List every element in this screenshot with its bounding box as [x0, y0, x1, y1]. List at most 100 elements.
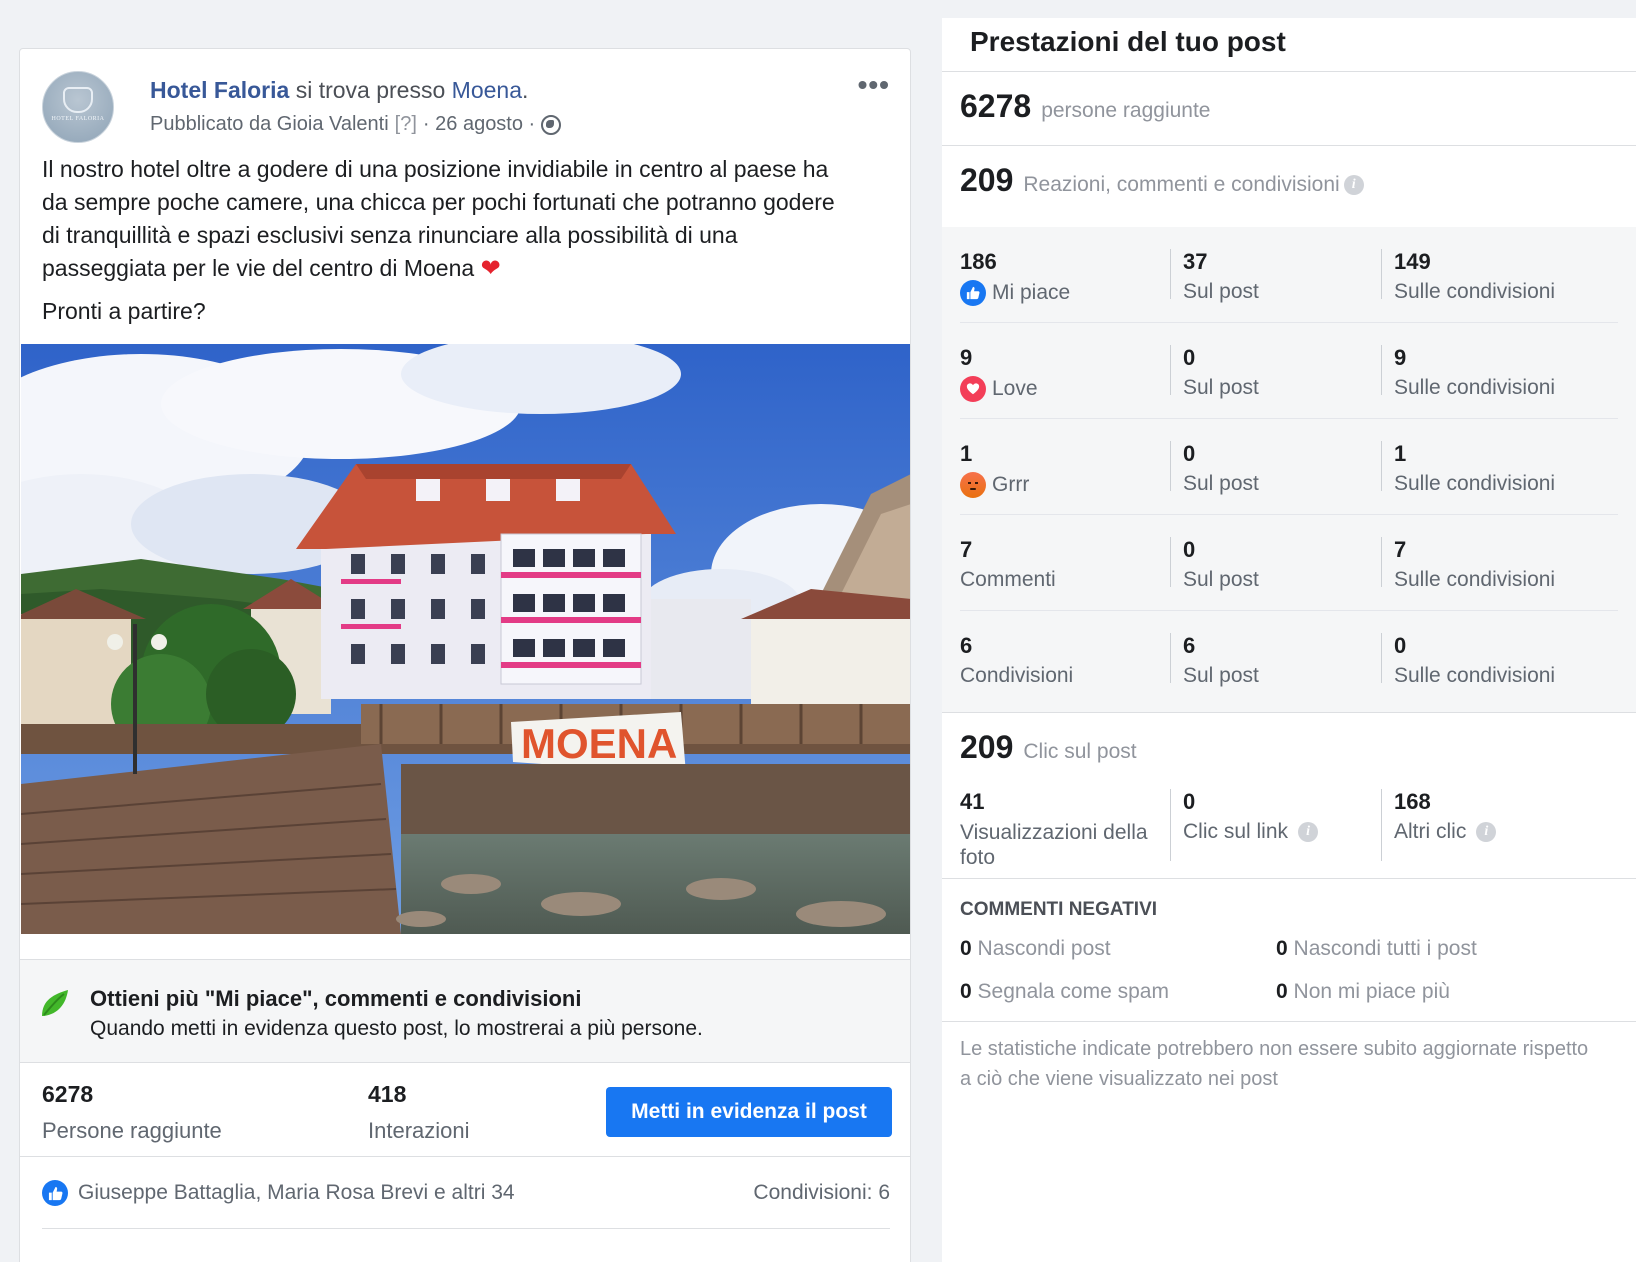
reaction-on-shares: 9 Sulle condivisioni	[1381, 345, 1555, 399]
likers-link[interactable]: Giuseppe Battaglia, Maria Rosa Brevi e a…	[78, 1181, 515, 1205]
clicks-value: 209	[960, 729, 1014, 765]
post-paragraph-2: Pronti a partire?	[42, 298, 206, 324]
post-photo[interactable]: MOENA	[21, 344, 910, 934]
location-prefix: si trova presso	[295, 77, 446, 103]
reaction-label: Love	[992, 377, 1038, 400]
hide-all-label: Nascondi tutti i post	[1293, 937, 1477, 960]
post-card: HOTEL FALORIA Hotel Faloria si trova pre…	[19, 48, 911, 1262]
reaction-total-value: 1	[960, 441, 973, 466]
engagement-label-text: Reazioni, commenti e condivisioni	[1023, 173, 1340, 196]
photo-banner-text: MOENA	[521, 720, 677, 767]
link-clicks: 0 Clic sul link i	[1170, 789, 1319, 861]
location-suffix: .	[521, 77, 529, 103]
reaction-row-angry: 1 Grrr 0 Sul post 1 Sulle condivisioni	[960, 419, 1618, 515]
on-post-label: Sul post	[1183, 376, 1259, 399]
avatar-logo-text: HOTEL FALORIA	[51, 115, 105, 122]
like-icon	[42, 1180, 68, 1206]
unlike-value: 0	[1276, 980, 1288, 1003]
on-post-label: Sul post	[1183, 568, 1259, 591]
page-name-link[interactable]: Hotel Faloria	[150, 77, 289, 103]
on-shares-label: Sulle condivisioni	[1394, 376, 1556, 399]
reactions-breakdown: 186 Mi piace 37 Sul post 149 Sulle condi…	[942, 227, 1636, 713]
reaction-row-love: 9 Love 0 Sul post 9 Sulle condivisioni	[960, 323, 1618, 419]
leaf-icon	[42, 990, 68, 1016]
other-clicks: 168 Altri clic i	[1381, 789, 1497, 861]
reaction-total: 9 Love	[960, 345, 1038, 402]
post-clicks: 209 Clic sul post 41 Visualizzazioni del…	[942, 713, 1636, 879]
promo-description: Quando metti in evidenza questo post, lo…	[90, 1017, 703, 1040]
likes-row: Giuseppe Battaglia, Maria Rosa Brevi e a…	[42, 1157, 890, 1229]
link-clicks-label: Clic sul link	[1183, 820, 1289, 843]
reaction-on-shares: 1 Sulle condivisioni	[1381, 441, 1555, 495]
other-clicks-value: 168	[1394, 789, 1431, 814]
interactions-stat: 418 Interazioni	[368, 1081, 470, 1144]
reach-summary: 6278 persone raggiunte	[960, 88, 1210, 125]
panel-title: Prestazioni del tuo post	[970, 26, 1286, 57]
reaction-label: Commenti	[960, 568, 1056, 591]
info-icon[interactable]: i	[1298, 822, 1319, 842]
photo-views: 41 Visualizzazioni della foto	[960, 789, 1160, 870]
info-icon[interactable]: i	[1343, 175, 1364, 196]
page-avatar[interactable]: HOTEL FALORIA	[42, 71, 114, 143]
engagement-value: 209	[960, 162, 1014, 198]
on-post-value: 0	[1183, 441, 1196, 466]
unlike-stat: 0 Non mi piace più	[1276, 980, 1450, 1004]
reaction-row-shares: 6 Condivisioni 6 Sul post 0 Sulle condiv…	[960, 611, 1618, 707]
other-clicks-label: Altri clic	[1394, 820, 1467, 843]
on-shares-label: Sulle condivisioni	[1394, 568, 1556, 591]
on-shares-value: 9	[1394, 345, 1407, 370]
stats-footnote: Le statistiche indicate potrebbero non e…	[960, 1038, 1589, 1090]
reaction-on-post: 0 Sul post	[1170, 441, 1259, 495]
engagement-label: Reazioni, commenti e condivisioni i	[1023, 173, 1364, 197]
post-stats: 6278 Persone raggiunte 418 Interazioni M…	[20, 1063, 910, 1157]
hotel-crest-icon	[63, 86, 93, 113]
on-shares-value: 149	[1394, 249, 1431, 274]
reaction-total-value: 6	[960, 633, 973, 658]
boost-promo: Ottieni più "Mi piace", commenti e condi…	[20, 959, 910, 1063]
on-post-value: 37	[1183, 249, 1208, 274]
hide-post-stat: 0 Nascondi post	[960, 937, 1111, 961]
globe-icon[interactable]	[541, 114, 562, 135]
reaction-on-post: 0 Sul post	[1170, 345, 1259, 399]
like-icon	[960, 280, 986, 306]
on-shares-label: Sulle condivisioni	[1394, 280, 1556, 303]
reaction-total: 1 Grrr	[960, 441, 1029, 498]
hide-all-stat: 0 Nascondi tutti i post	[1276, 937, 1477, 961]
hide-all-value: 0	[1276, 937, 1288, 960]
on-shares-value: 0	[1394, 633, 1407, 658]
reaction-on-shares: 0 Sulle condivisioni	[1381, 633, 1555, 687]
heart-icon: ❤	[480, 255, 501, 282]
interactions-label: Interazioni	[368, 1118, 470, 1143]
post-date[interactable]: · 26 agosto ·	[423, 113, 535, 136]
divider	[942, 145, 1636, 146]
report-spam-value: 0	[960, 980, 972, 1003]
shares-link[interactable]: Condivisioni: 6	[753, 1181, 890, 1205]
hide-post-label: Nascondi post	[977, 937, 1111, 960]
on-shares-value: 7	[1394, 537, 1407, 562]
reaction-total-value: 9	[960, 345, 973, 370]
reach-stat: 6278 Persone raggiunte	[42, 1081, 222, 1144]
reaction-total: 7 Commenti	[960, 537, 1056, 592]
on-post-value: 0	[1183, 345, 1196, 370]
reaction-row-comments: 7 Commenti 0 Sul post 7 Sulle condivisio…	[960, 515, 1618, 611]
boost-post-button[interactable]: Metti in evidenza il post	[606, 1087, 892, 1137]
reaction-total-value: 7	[960, 537, 973, 562]
help-link[interactable]: [?]	[395, 113, 417, 136]
photo-views-value: 41	[960, 789, 985, 814]
location-link[interactable]: Moena	[452, 77, 522, 103]
unlike-label: Non mi piace più	[1293, 980, 1450, 1003]
reaction-on-shares: 7 Sulle condivisioni	[1381, 537, 1555, 591]
on-post-label: Sul post	[1183, 280, 1259, 303]
reach-value: 6278	[42, 1081, 94, 1107]
hide-post-value: 0	[960, 937, 972, 960]
post-performance-panel: Prestazioni del tuo post 6278 persone ra…	[942, 18, 1636, 1262]
info-icon[interactable]: i	[1476, 822, 1497, 842]
engagement-summary: 209 Reazioni, commenti e condivisioni i	[960, 162, 1364, 199]
post-text: Il nostro hotel oltre a godere di una po…	[42, 153, 852, 338]
angry-icon	[960, 472, 986, 498]
promo-title: Ottieni più "Mi piace", commenti e condi…	[90, 986, 582, 1011]
post-paragraph-1: Il nostro hotel oltre a godere di una po…	[42, 156, 835, 281]
clicks-summary: 209 Clic sul post	[960, 729, 1137, 766]
negative-feedback: COMMENTI NEGATIVI 0 Nascondi post 0 Nasc…	[942, 879, 1636, 1022]
ellipsis-icon[interactable]: •••	[858, 71, 890, 99]
